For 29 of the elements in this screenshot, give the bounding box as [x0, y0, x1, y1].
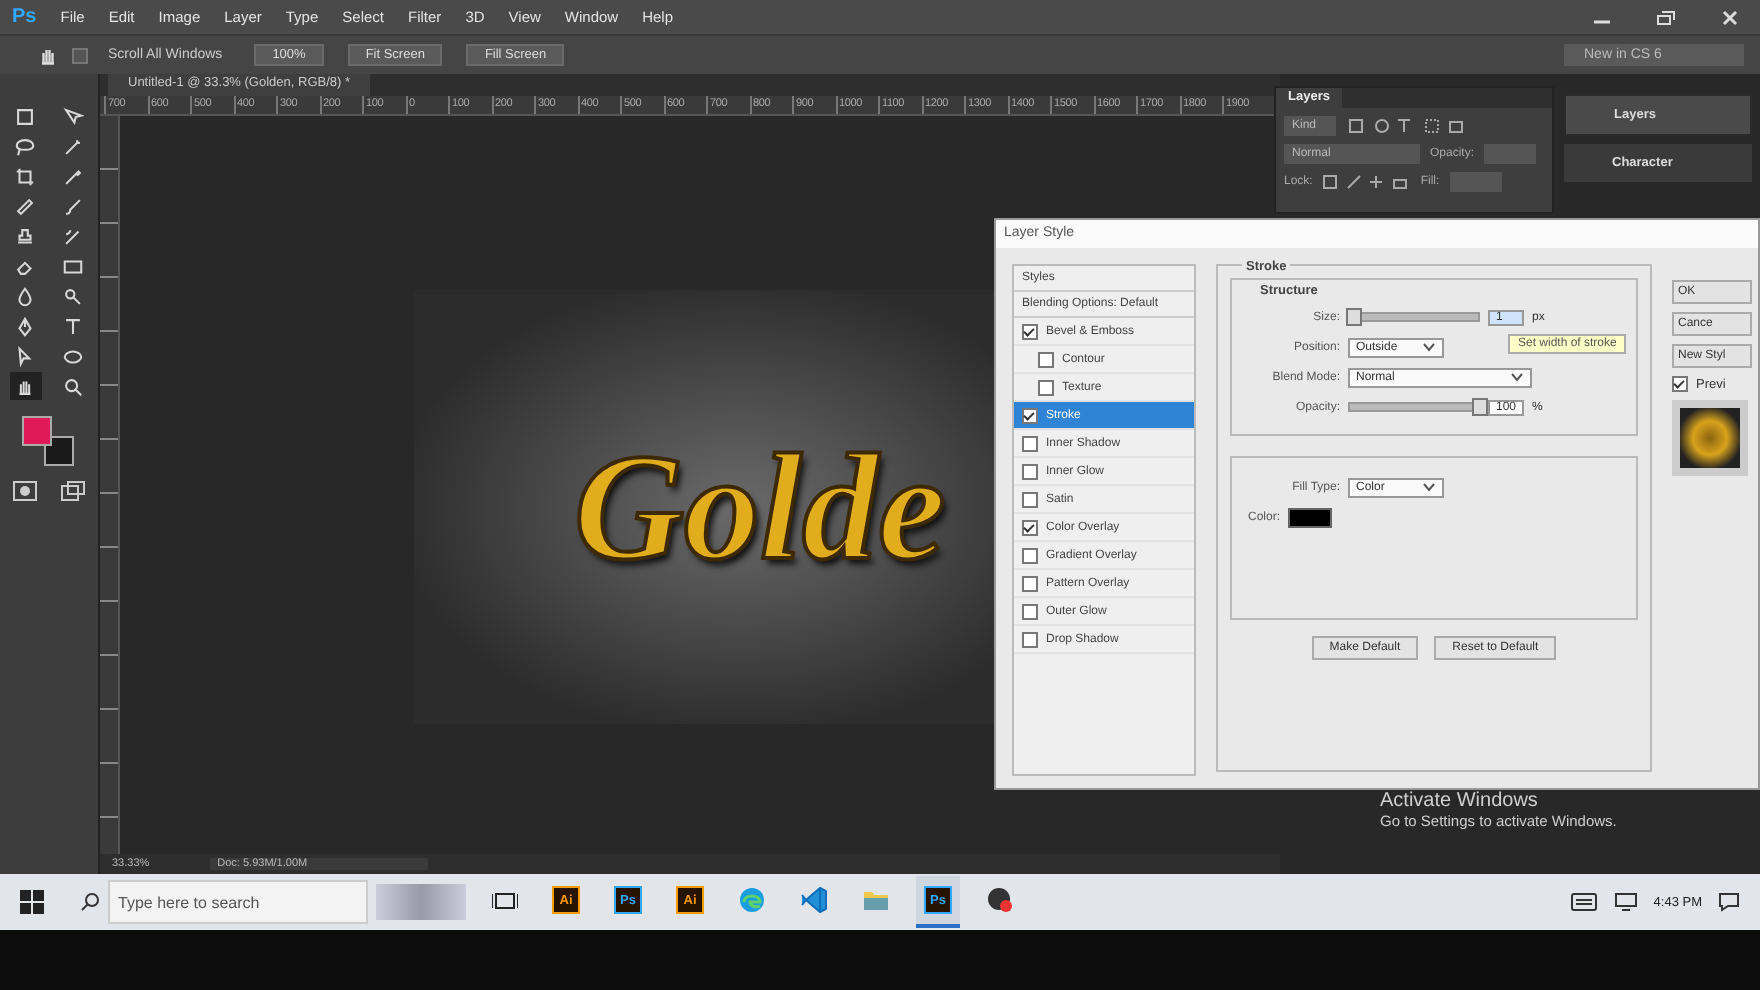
record-icon[interactable] — [986, 886, 1014, 914]
style-preview-thumbnail — [1672, 400, 1748, 476]
quick-mask-icon[interactable] — [12, 480, 39, 502]
search-field[interactable]: Type here to search — [108, 880, 368, 924]
size-slider[interactable] — [1348, 312, 1480, 322]
checkbox[interactable] — [72, 47, 88, 63]
chevron-icon — [1422, 342, 1436, 352]
activation-title: Activate Windows — [1380, 790, 1540, 812]
canvas-text: Golde — [574, 431, 946, 583]
background-color-swatch[interactable] — [44, 436, 74, 466]
lock-icons-drawing[interactable] — [1322, 174, 1411, 190]
photo-placeholder — [376, 884, 466, 920]
screen-mode-icon[interactable] — [59, 480, 86, 502]
chevron-icon — [1510, 372, 1524, 382]
hand-icon[interactable] — [9, 372, 42, 400]
close-icon[interactable] — [1720, 9, 1740, 25]
restore-icon[interactable] — [1656, 9, 1676, 25]
color-swatch[interactable] — [1288, 507, 1333, 527]
notification-icon[interactable] — [1718, 892, 1740, 912]
windows-start-icon[interactable] — [20, 890, 44, 914]
checkbox[interactable] — [1672, 376, 1688, 392]
filter-icons-drawing[interactable] — [1346, 118, 1466, 134]
keyboard-icon[interactable] — [1569, 892, 1598, 912]
chevron-icon — [1422, 482, 1436, 492]
foreground-color-swatch[interactable] — [22, 416, 52, 446]
task-view-icon[interactable] — [491, 889, 517, 911]
monitor-icon[interactable] — [1613, 892, 1638, 912]
code-editor-icon[interactable] — [800, 886, 828, 914]
search-icon[interactable] — [80, 892, 100, 912]
